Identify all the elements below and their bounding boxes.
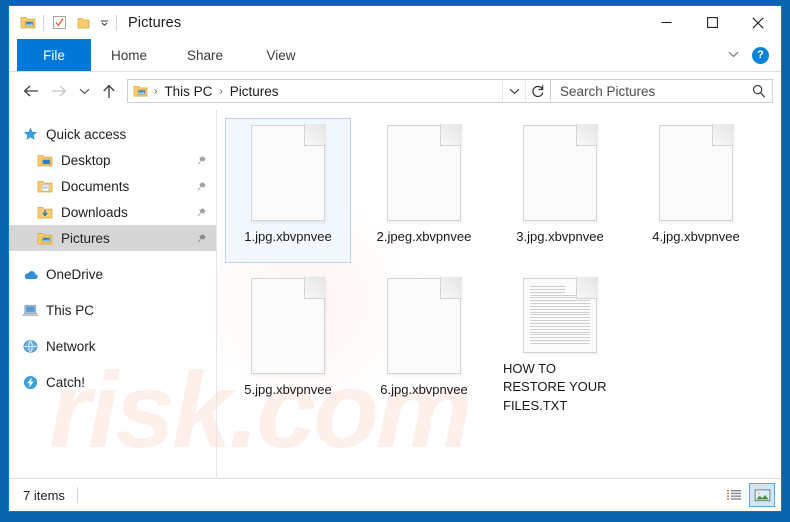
file-item[interactable]: 5.jpg.xbvpnvee	[225, 271, 351, 416]
file-item[interactable]: 3.jpg.xbvpnvee	[497, 118, 623, 263]
desktop-folder-icon	[34, 153, 56, 168]
refresh-icon[interactable]	[525, 80, 550, 102]
file-name-label: 5.jpg.xbvpnvee	[244, 382, 332, 397]
tab-view[interactable]: View	[243, 39, 319, 71]
file-name-label: 6.jpg.xbvpnvee	[380, 382, 468, 397]
toolbar-separator-2	[116, 14, 117, 31]
sidebar-item-downloads[interactable]: Downloads	[9, 199, 216, 225]
sidebar-item-label: Desktop	[61, 152, 111, 168]
tab-share[interactable]: Share	[167, 39, 243, 71]
breadcrumb-separator-1[interactable]: ›	[215, 86, 226, 97]
sidebar-item-catch[interactable]: Catch!	[9, 369, 216, 395]
blank-file-icon	[387, 277, 462, 374]
title-bar: Pictures	[9, 6, 781, 39]
file-item[interactable]: 1.jpg.xbvpnvee	[225, 118, 351, 263]
sidebar-item-pictures[interactable]: Pictures	[9, 225, 216, 251]
star-icon	[19, 127, 41, 142]
search-input[interactable]: Search Pictures	[560, 84, 752, 99]
file-name-label: 3.jpg.xbvpnvee	[516, 229, 604, 244]
pin-icon[interactable]	[194, 207, 208, 218]
expand-ribbon-chevron-icon[interactable]	[722, 50, 744, 61]
window-controls	[643, 6, 781, 39]
file-name-label: HOW TO RESTORE YOUR FILES.TXT	[503, 360, 607, 413]
folder-pictures-icon[interactable]	[16, 12, 40, 34]
sidebar-item-onedrive[interactable]: OneDrive	[9, 261, 216, 287]
sidebar-item-label: Documents	[61, 178, 130, 194]
status-divider	[76, 487, 78, 503]
sidebar-item-label: Catch!	[46, 374, 86, 390]
minimize-button[interactable]	[643, 6, 689, 39]
status-bar: 7 items	[9, 478, 781, 511]
sidebar-item-this-pc[interactable]: This PC	[9, 297, 216, 323]
pin-icon[interactable]	[194, 155, 208, 166]
address-path-field[interactable]: › This PC › Pictures	[127, 79, 551, 103]
sidebar-item-label: OneDrive	[46, 266, 104, 282]
blank-file-icon	[387, 124, 462, 221]
file-item[interactable]: 6.jpg.xbvpnvee	[361, 271, 487, 416]
sidebar-item-desktop[interactable]: Desktop	[9, 147, 216, 173]
maximize-button[interactable]	[689, 6, 735, 39]
file-item[interactable]: 2.jpeg.xbvpnvee	[361, 118, 487, 263]
sidebar-item-network[interactable]: Network	[9, 333, 216, 359]
file-name-label: 4.jpg.xbvpnvee	[652, 229, 740, 244]
ribbon-tab-bar: File Home Share View ?	[9, 39, 781, 72]
sidebar-item-label: Network	[46, 338, 96, 354]
text-file-icon	[523, 277, 598, 353]
new-folder-icon[interactable]	[71, 12, 95, 34]
window-title: Pictures	[128, 14, 182, 31]
file-item[interactable]: HOW TO RESTORE YOUR FILES.TXT	[497, 271, 623, 416]
address-folder-icon	[133, 84, 148, 98]
large-icons-view-button[interactable]	[749, 483, 775, 507]
help-button[interactable]: ?	[752, 46, 769, 64]
blank-file-icon	[659, 124, 734, 221]
sidebar-item-label: Quick access	[46, 126, 127, 142]
search-box[interactable]: Search Pictures	[551, 79, 773, 103]
properties-icon[interactable]	[47, 12, 71, 34]
tab-home[interactable]: Home	[91, 39, 167, 71]
blank-file-icon	[251, 277, 326, 374]
sidebar-item-quick-access[interactable]: Quick access	[9, 121, 216, 147]
sidebar-item-label: Downloads	[61, 204, 128, 220]
file-grid: 1.jpg.xbvpnvee 2.jpeg.xbvpnvee 3.jpg.xbv…	[225, 118, 781, 424]
quick-access-toolbar	[9, 12, 120, 34]
address-bar: › This PC › Pictures Search Pictures	[9, 72, 781, 110]
file-name-label: 2.jpeg.xbvpnvee	[376, 229, 472, 244]
network-icon	[19, 339, 41, 354]
navigation-pane: Quick access Desktop Documents Downloads…	[9, 110, 217, 478]
ribbon-right-controls: ?	[722, 39, 777, 71]
forward-button[interactable]	[45, 77, 73, 105]
breadcrumb-item-this-pc[interactable]: This PC	[161, 84, 215, 99]
breadcrumb-separator-0[interactable]: ›	[150, 86, 161, 97]
downloads-folder-icon	[34, 205, 56, 220]
tab-file[interactable]: File	[17, 39, 91, 71]
back-button[interactable]	[17, 77, 45, 105]
file-list-pane[interactable]: 1.jpg.xbvpnvee 2.jpeg.xbvpnvee 3.jpg.xbv…	[217, 110, 781, 478]
file-explorer-window: Pictures File Home Share View ? › This P…	[8, 5, 782, 512]
pin-icon[interactable]	[194, 233, 208, 244]
sidebar-item-documents[interactable]: Documents	[9, 173, 216, 199]
explorer-body: risk.com Quick access Desktop Documents …	[9, 110, 781, 478]
toolbar-separator-1	[43, 14, 44, 31]
pictures-folder-icon	[34, 231, 56, 246]
catch-app-icon	[19, 375, 41, 390]
file-name-label: 1.jpg.xbvpnvee	[244, 229, 332, 244]
recent-locations-chevron-icon[interactable]	[73, 77, 95, 105]
item-count-label: 7 items	[23, 487, 65, 503]
address-dropdown-chevron-icon[interactable]	[502, 80, 525, 102]
search-icon[interactable]	[752, 84, 766, 98]
onedrive-cloud-icon	[19, 268, 41, 281]
computer-icon	[19, 303, 41, 318]
customize-chevron-icon[interactable]	[95, 12, 113, 34]
close-button[interactable]	[735, 6, 781, 39]
file-item[interactable]: 4.jpg.xbvpnvee	[633, 118, 759, 263]
blank-file-icon	[251, 124, 326, 221]
sidebar-item-label: This PC	[46, 302, 95, 318]
documents-folder-icon	[34, 179, 56, 194]
pin-icon[interactable]	[194, 181, 208, 192]
up-button[interactable]	[95, 77, 123, 105]
breadcrumb-item-pictures[interactable]: Pictures	[227, 84, 282, 99]
blank-file-icon	[523, 124, 598, 221]
details-view-button[interactable]	[721, 483, 747, 507]
sidebar-item-label: Pictures	[61, 230, 110, 246]
